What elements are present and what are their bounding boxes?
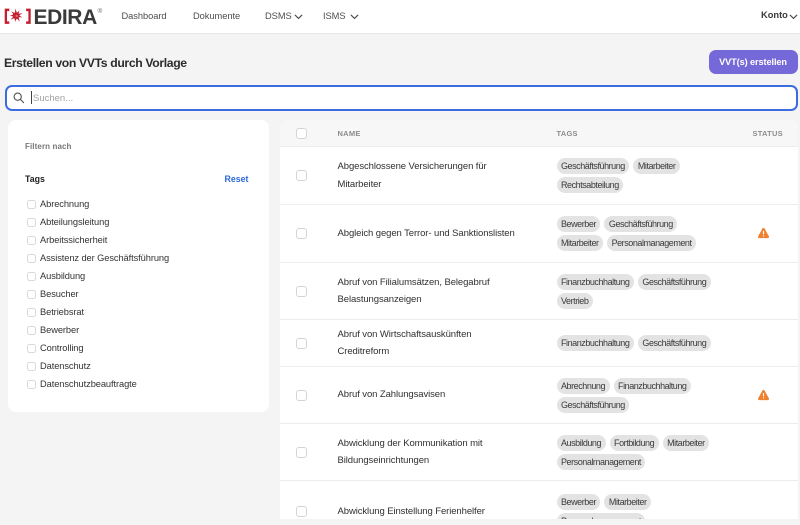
svg-text:®: ® bbox=[98, 7, 103, 15]
svg-text:EDIRA: EDIRA bbox=[34, 6, 98, 29]
